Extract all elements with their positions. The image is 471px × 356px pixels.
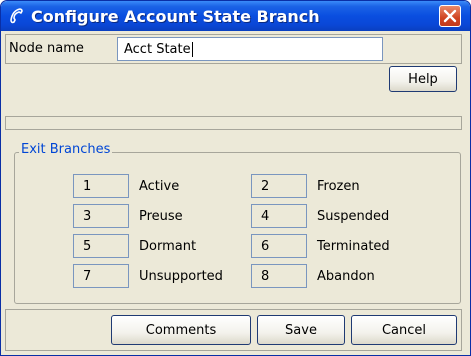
save-button[interactable]: Save <box>257 315 345 345</box>
branch-number-cell: 4 <box>251 204 307 228</box>
title-bar[interactable]: Configure Account State Branch <box>1 1 470 31</box>
help-button[interactable]: Help <box>389 66 457 92</box>
branch-number-cell: 3 <box>73 204 129 228</box>
branch-number-cell: 1 <box>73 174 129 198</box>
branch-name-label: Active <box>139 178 180 194</box>
node-name-row: Node name Acct State <box>5 34 462 64</box>
branch-name-label: Terminated <box>317 238 390 254</box>
branch-name-label: Unsupported <box>139 268 223 284</box>
branch-number-cell: 5 <box>73 234 129 258</box>
comments-button[interactable]: Comments <box>111 315 251 345</box>
branch-name-label: Suspended <box>317 208 390 224</box>
branch-number-cell: 7 <box>73 264 129 288</box>
close-x-icon <box>443 9 457 23</box>
branch-number-cell: 6 <box>251 234 307 258</box>
branch-name-label: Preuse <box>139 208 183 224</box>
window-title: Configure Account State Branch <box>31 7 320 26</box>
dialog-window: Configure Account State Branch Node name… <box>0 0 471 356</box>
node-name-label: Node name <box>9 41 84 56</box>
phone-handset-icon <box>8 7 26 25</box>
branch-name-label: Abandon <box>317 268 375 284</box>
cancel-button[interactable]: Cancel <box>351 315 457 345</box>
exit-branches-title: Exit Branches <box>19 142 113 157</box>
branch-name-label: Dormant <box>139 238 197 254</box>
close-button[interactable] <box>439 5 461 27</box>
branch-number-cell: 8 <box>251 264 307 288</box>
node-name-input[interactable]: Acct State <box>117 37 383 61</box>
branch-name-label: Frozen <box>317 178 360 194</box>
branch-number-cell: 2 <box>251 174 307 198</box>
separator-bar <box>5 116 462 130</box>
text-caret <box>191 41 193 57</box>
node-name-value: Acct State <box>124 41 191 57</box>
